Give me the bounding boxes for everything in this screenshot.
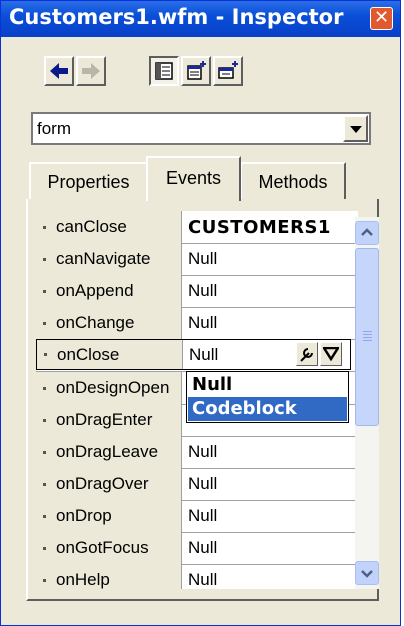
event-row-cannavigate[interactable]: canNavigate Null [36,243,358,276]
event-value-input[interactable]: Null [189,345,218,365]
event-row-canclose[interactable]: canClose CUSTOMERS1 [36,211,358,244]
event-name: onGotFocus [56,538,149,557]
close-button[interactable]: ✕ [370,7,393,30]
forward-arrow-icon [82,63,100,79]
event-name: onDragLeave [56,442,159,461]
wrench-icon [300,348,313,362]
event-name: canClose [56,217,127,236]
event-row-onclose[interactable]: onClose Null [36,339,351,370]
scrollbar-thumb[interactable] [355,248,379,426]
tab-events[interactable]: Events [146,156,241,201]
tab-properties[interactable]: Properties [29,162,148,199]
event-value: Null [188,281,218,300]
inspector-window: Customers1.wfm - Inspector ✕ form Proper… [0,0,401,626]
tab-events-label: Events [165,168,222,188]
event-row-ongotfocus[interactable]: onGotFocus Null [36,532,358,565]
chevron-down-icon [323,347,339,361]
categorized-view-button[interactable] [149,56,179,86]
event-value: Null [188,570,218,589]
back-arrow-icon [50,63,68,79]
dropdown-option-null[interactable]: Null [188,373,347,397]
event-value: Null [188,249,218,268]
window-title: Customers1.wfm - Inspector [9,5,344,29]
event-name: onDesignOpen [56,378,170,397]
forward-button[interactable] [76,56,106,86]
event-value: Null [188,538,218,557]
scroll-up-button[interactable] [355,221,379,245]
object-selector-combobox[interactable]: form [31,112,371,145]
event-name: onChange [56,313,135,332]
restore-window-icon [218,61,238,79]
scroll-down-button[interactable] [355,561,379,585]
categorized-view-icon [155,62,173,80]
event-row-ondragover[interactable]: onDragOver Null [36,468,358,501]
event-row-onchange[interactable]: onChange Null [36,307,358,340]
chevron-up-icon [361,228,373,236]
event-name: onDrop [56,506,112,525]
restore-window-button[interactable] [213,56,243,86]
codeblock-builder-button[interactable] [296,342,318,366]
event-value: Null [188,313,218,332]
back-button[interactable] [44,56,74,86]
new-window-button[interactable] [181,56,211,86]
event-value: Null [188,474,218,493]
event-name: onAppend [56,281,134,300]
value-dropdown-list: Null Codeblock [186,371,349,423]
event-row-onhelp[interactable]: onHelp Null [36,564,358,589]
object-selector-value: form [37,119,71,138]
tab-methods-label: Methods [258,172,328,192]
title-bar[interactable]: Customers1.wfm - Inspector ✕ [1,1,400,37]
chevron-down-icon [361,570,373,578]
event-name: onClose [57,345,120,364]
chevron-down-icon [350,126,362,133]
event-value: CUSTOMERS1 [188,217,331,238]
event-value: Null [188,506,218,525]
new-window-icon [187,61,206,80]
event-row-ondrop[interactable]: onDrop Null [36,500,358,533]
vertical-scrollbar[interactable] [355,217,379,589]
event-name: canNavigate [56,249,151,268]
value-dropdown-button[interactable] [320,342,342,366]
tab-methods[interactable]: Methods [240,162,346,199]
object-selector-dropdown-button[interactable] [343,115,368,142]
event-name: onDragOver [56,474,149,493]
event-row-onappend[interactable]: onAppend Null [36,275,358,308]
event-name: onHelp [56,570,110,589]
tab-properties-label: Properties [47,172,130,192]
event-row-ondragleave[interactable]: onDragLeave Null [36,436,358,469]
event-value: Null [188,442,218,461]
event-name: onDragEnter [56,410,153,429]
dropdown-option-codeblock[interactable]: Codeblock [188,397,347,421]
close-icon: ✕ [373,7,390,28]
